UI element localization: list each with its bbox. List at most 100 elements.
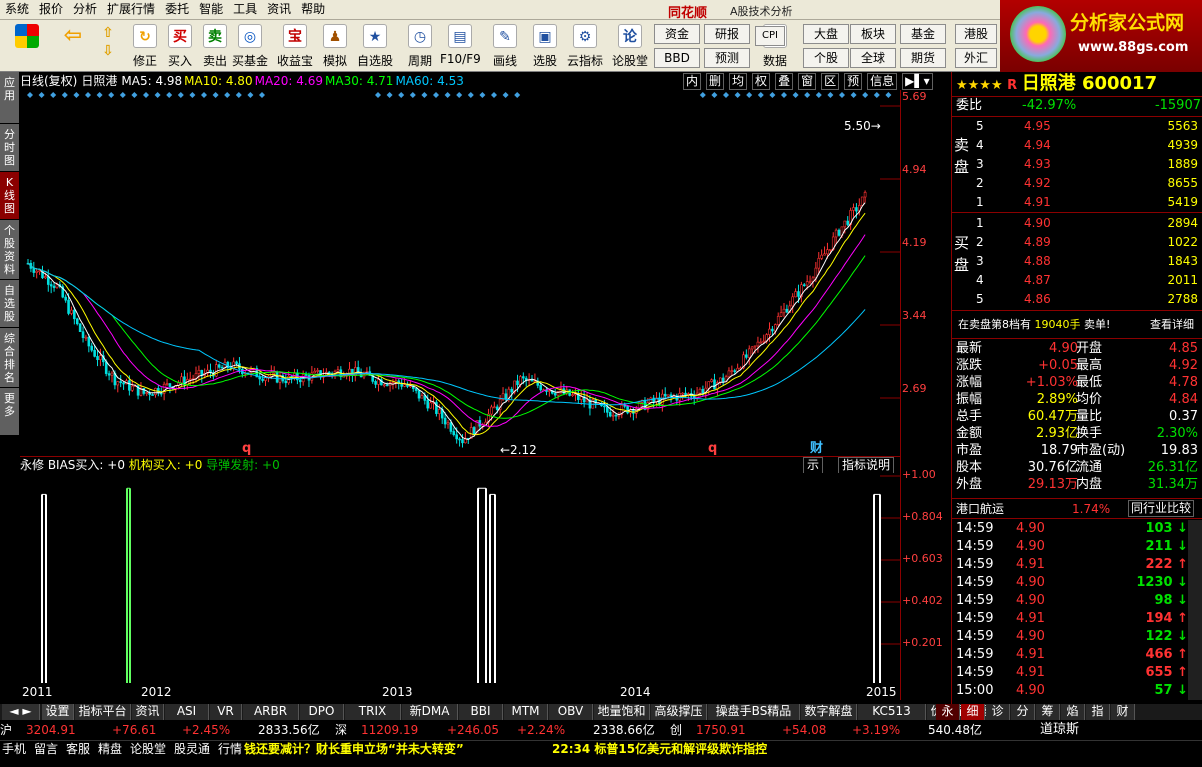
chart-mode-2[interactable]: 均 [729,73,748,90]
toolbar-button-5[interactable]: ♟ 模拟 [315,24,355,70]
cpi-button[interactable]: CPI [755,26,785,46]
news-headline-2[interactable]: 22:34 标普15亿美元和解评级欺诈指控 [552,741,767,757]
indicator-tab-6[interactable]: DPO [300,704,344,720]
quick-button-1[interactable]: 研报 [704,24,750,44]
quick-button-5[interactable]: 港股 [955,24,997,44]
back-button[interactable]: ⇦ [58,24,88,70]
up-down-button[interactable]: ⇧ ⇩ [96,24,118,70]
status-button-6[interactable]: 行情 [218,741,242,757]
status-button-5[interactable]: 股灵通 [174,741,210,757]
news-headline-1[interactable]: 钱还要减计？财长重申立场“并未大转变” [244,741,464,757]
indicator-tab-9[interactable]: BBI [459,704,503,720]
indicator-tab-2[interactable]: 资讯 [132,704,164,720]
indicator-tab-4[interactable]: VR [210,704,242,720]
toolbar-button-12[interactable]: 论论股堂 [610,24,650,70]
menu-item-2[interactable]: 分析 [68,0,102,19]
chart-mode-6[interactable]: 区 [821,73,840,90]
quick-button-0[interactable]: 资金 [654,24,700,44]
indicator-tab-3[interactable]: ASI [165,704,209,720]
sidebar-tab-4[interactable]: 自选股 [0,280,19,328]
buy-volume: 1843 [1167,254,1198,268]
status-button-3[interactable]: 精盘 [98,741,122,757]
indicator-tab-5[interactable]: ARBR [243,704,299,720]
sidebar-tab-3[interactable]: 个股资料 [0,220,19,280]
panel-tab-0[interactable]: 永 [936,704,960,720]
quick-button-11[interactable]: 外汇 [955,48,997,68]
quick-button-6[interactable]: BBD [654,48,700,68]
toolbar-button-3[interactable]: ◎ 买基金 [230,24,270,70]
indicator-tab-8[interactable]: 新DMA [402,704,458,720]
chart-mode-8[interactable]: 信息 [867,73,898,90]
panel-tab-5[interactable]: 焰 [1061,704,1085,720]
indicator-tab-16[interactable]: KC513 [858,704,926,720]
panel-tab-6[interactable]: 指 [1086,704,1110,720]
toolbar-button-8[interactable]: ▤ F10/F9 [440,24,481,70]
indicator-tab-10[interactable]: MTM [504,704,548,720]
toolbar-button-9[interactable]: ✎ 画线 [485,24,525,70]
expand-button[interactable]: ▶▌▾ [902,73,933,90]
indicator-tab-12[interactable]: 地量饱和 [594,704,650,720]
toolbar-button-4[interactable]: 宝收益宝 [275,24,315,70]
sidebar-tab-6[interactable]: 更多 [0,388,19,436]
menu-item-5[interactable]: 智能 [194,0,228,19]
quick-button-9[interactable]: 全球 [850,48,896,68]
indicator-tab-13[interactable]: 高级撑压 [651,704,707,720]
windows-logo-icon[interactable] [12,24,42,70]
tick-scrollbar[interactable] [1188,520,1202,700]
indicator-tab-1[interactable]: 指标平台 [75,704,131,720]
chart-mode-7[interactable]: 预 [844,73,863,90]
chart-mode-1[interactable]: 删 [706,73,725,90]
panel-tab-7[interactable]: 财 [1111,704,1135,720]
quick-button-8[interactable]: 个股 [803,48,849,68]
status-button-2[interactable]: 客服 [66,741,90,757]
status-button-1[interactable]: 留言 [34,741,58,757]
sidebar-tab-5[interactable]: 综合排名 [0,328,19,388]
indicator-tab-15[interactable]: 数字解盘 [801,704,857,720]
menu-item-4[interactable]: 委托 [160,0,194,19]
sidebar-tab-1[interactable]: 分时图 [0,124,19,172]
status-button-0[interactable]: 手机 [2,741,26,757]
sidebar-tab-0[interactable]: 应用 [0,72,19,124]
toolbar-button-2[interactable]: 卖卖出 [195,24,235,70]
status-button-4[interactable]: 论股堂 [130,741,166,757]
indicator-tab-0[interactable]: 设置 [42,704,74,720]
quick-button-7[interactable]: 预测 [704,48,750,68]
toolbar-button-10[interactable]: ▣ 选股 [525,24,565,70]
price-tick-2: 4.19 [902,236,927,249]
indicator-tab-7[interactable]: TRIX [345,704,401,720]
indicator-tab-14[interactable]: 操盘手BS精品 [708,704,800,720]
menu-item-7[interactable]: 资讯 [262,0,296,19]
chart-mode-0[interactable]: 内 [683,73,702,90]
toolbar-button-0[interactable]: ↻ 修正 [125,24,165,70]
industry-compare-button[interactable]: 同行业比较 [1127,500,1194,517]
quick-button-10[interactable]: 期货 [900,48,946,68]
panel-tab-3[interactable]: 分 [1011,704,1035,720]
toolbar-button-1[interactable]: 买买入 [160,24,200,70]
panel-tab-1[interactable]: 细 [961,704,985,720]
menu-item-0[interactable]: 系统 [0,0,34,19]
toolbar-button-7[interactable]: ◷ 周期 [400,24,440,70]
candlestick-chart[interactable]: 5.50→ ←2.12 q q 财 [20,90,900,455]
tab-nav-arrows[interactable]: ◄ ► [2,704,40,720]
menu-item-1[interactable]: 报价 [34,0,68,19]
signal-chart[interactable] [20,473,900,683]
menu-item-3[interactable]: 扩展行情 [102,0,160,19]
quick-button-2[interactable]: 大盘 [803,24,849,44]
indicator-help-button[interactable]: 指标说明 [838,457,895,474]
panel-tab-2[interactable]: 诊 [986,704,1010,720]
indicator-tabs: ◄ ► 设置 指标平台 资讯 ASI VR ARBR DPO TRIX 新DMA BBI MTM OBV… [0,704,1202,720]
panel-tab-4[interactable]: 筹 [1036,704,1060,720]
sidebar-tab-2[interactable]: K线图 [0,172,19,220]
menu-item-8[interactable]: 帮助 [296,0,330,19]
indicator-tab-11[interactable]: OBV [549,704,593,720]
chart-mode-5[interactable]: 窗 [798,73,817,90]
notice-detail-link[interactable]: 查看详细 [1150,316,1194,334]
toolbar-button-6[interactable]: ★ 自选股 [355,24,395,70]
quick-button-3[interactable]: 板块 [850,24,896,44]
minus-button[interactable]: 示 [803,457,824,474]
toolbar-button-11[interactable]: ⚙ 云指标 [565,24,605,70]
chart-mode-4[interactable]: 叠 [775,73,794,90]
quick-button-4[interactable]: 基金 [900,24,946,44]
menu-item-6[interactable]: 工具 [228,0,262,19]
chart-mode-3[interactable]: 权 [752,73,771,90]
